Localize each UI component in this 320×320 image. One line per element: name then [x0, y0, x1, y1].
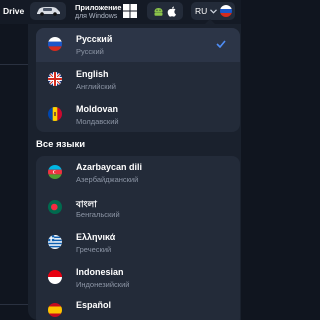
app-subtitle: для Windows	[75, 13, 118, 20]
all-languages-heading: Все языки	[36, 139, 86, 150]
language-name: Moldovan	[76, 104, 118, 114]
language-option-moldovan[interactable]: Moldovan Молдавский	[36, 98, 240, 132]
language-option-indonesian[interactable]: Indonesian Индонезийский	[36, 261, 240, 295]
language-native-name: Азербайджанский	[76, 175, 139, 184]
page-divider	[0, 304, 30, 305]
drive-label: Drive	[3, 6, 25, 16]
bd-flag-icon	[48, 200, 62, 214]
car-button[interactable]	[30, 2, 66, 20]
language-name: English	[76, 69, 109, 79]
language-native-name: Молдавский	[76, 117, 119, 126]
current-language-code: RU	[195, 6, 208, 16]
language-name: Ελληνικά	[76, 232, 116, 242]
language-native-name: Греческий	[76, 245, 112, 254]
app-title: Приложение	[75, 3, 122, 12]
language-native-name: Индонезийский	[76, 280, 130, 289]
language-native-name: Английский	[76, 82, 116, 91]
windows-app-link[interactable]: Приложение для Windows	[75, 3, 121, 21]
es-flag-icon	[48, 303, 62, 317]
language-option-azerbaijani[interactable]: Azarbaycan dili Азербайджанский	[36, 156, 240, 190]
language-option-russian[interactable]: Русский Русский	[36, 28, 240, 62]
language-dropdown: Русский Русский English Английский Moldo…	[28, 24, 241, 320]
gb-flag-icon	[48, 72, 62, 86]
language-selector-button[interactable]: RU	[191, 2, 235, 20]
language-option-spanish[interactable]: Español	[36, 294, 240, 320]
language-native-name: Русский	[76, 47, 104, 56]
ru-flag-icon	[48, 37, 62, 51]
language-name: Español	[76, 300, 112, 310]
id-flag-icon	[48, 270, 62, 284]
top-languages-list: Русский Русский English Английский Moldo…	[36, 28, 240, 132]
language-name: Indonesian	[76, 267, 124, 277]
language-name: Русский	[76, 34, 113, 44]
windows-icon[interactable]	[123, 4, 137, 18]
az-flag-icon	[48, 165, 62, 179]
md-flag-icon	[48, 107, 62, 121]
language-option-greek[interactable]: Ελληνικά Греческий	[36, 226, 240, 260]
language-option-bengali[interactable]: বাংলা Бенгальский	[36, 191, 240, 225]
car-icon	[37, 7, 60, 16]
all-languages-list: Azarbaycan dili Азербайджанский বাংলা Бе…	[36, 156, 240, 320]
language-native-name: Бенгальский	[76, 210, 120, 219]
chevron-down-icon	[210, 8, 218, 14]
ru-flag-icon	[220, 5, 233, 17]
language-name: Azarbaycan dili	[76, 162, 143, 172]
page-divider	[0, 64, 30, 65]
android-icon	[154, 7, 163, 16]
mobile-apps-button[interactable]	[147, 2, 183, 20]
language-option-english[interactable]: English Английский	[36, 63, 240, 97]
apple-icon	[167, 6, 177, 17]
gr-flag-icon	[48, 235, 62, 249]
checkmark-icon	[216, 40, 226, 48]
